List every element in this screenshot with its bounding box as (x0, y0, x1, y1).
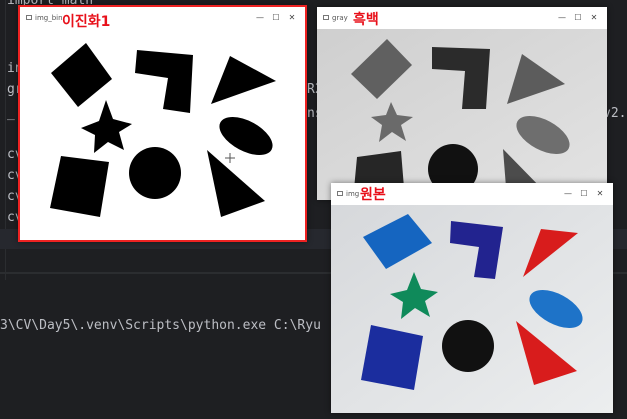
gray-window-title: gray (332, 14, 348, 22)
minimize-icon[interactable]: — (561, 187, 575, 201)
gray-image (317, 29, 607, 200)
editor-line-4[interactable]: _ (7, 106, 15, 121)
app-icon (323, 15, 329, 20)
original-window[interactable]: img — ☐ ✕ 원본 (331, 183, 613, 413)
app-icon (337, 191, 343, 196)
maximize-icon[interactable]: ☐ (571, 11, 585, 25)
maximize-icon[interactable]: ☐ (269, 11, 283, 25)
minimize-icon[interactable]: — (555, 11, 569, 25)
gray-window[interactable]: gray — ☐ ✕ 흑백 (317, 7, 607, 200)
maximize-icon[interactable]: ☐ (577, 187, 591, 201)
binary-circle-shape (129, 147, 181, 199)
binary-label: 이진화1 (62, 14, 111, 30)
close-icon[interactable]: ✕ (285, 11, 299, 25)
close-icon[interactable]: ✕ (593, 187, 607, 201)
dark-blue-square-shape (361, 325, 423, 390)
original-image (331, 205, 613, 413)
binary-window-title: img_bin (35, 14, 63, 22)
console-command: 3\CV\Day5\.venv\Scripts\python.exe C:\Ry… (0, 318, 321, 333)
binary-image (20, 29, 305, 240)
minimize-icon[interactable]: — (253, 11, 267, 25)
black-circle-shape (442, 320, 494, 372)
binary-window[interactable]: img_bin — ☐ ✕ 이진화1 (18, 5, 307, 242)
app-icon (26, 15, 32, 20)
original-label: 원본 (360, 187, 386, 203)
close-icon[interactable]: ✕ (587, 11, 601, 25)
gray-label: 흑백 (353, 12, 379, 28)
original-window-title: img (346, 190, 360, 198)
